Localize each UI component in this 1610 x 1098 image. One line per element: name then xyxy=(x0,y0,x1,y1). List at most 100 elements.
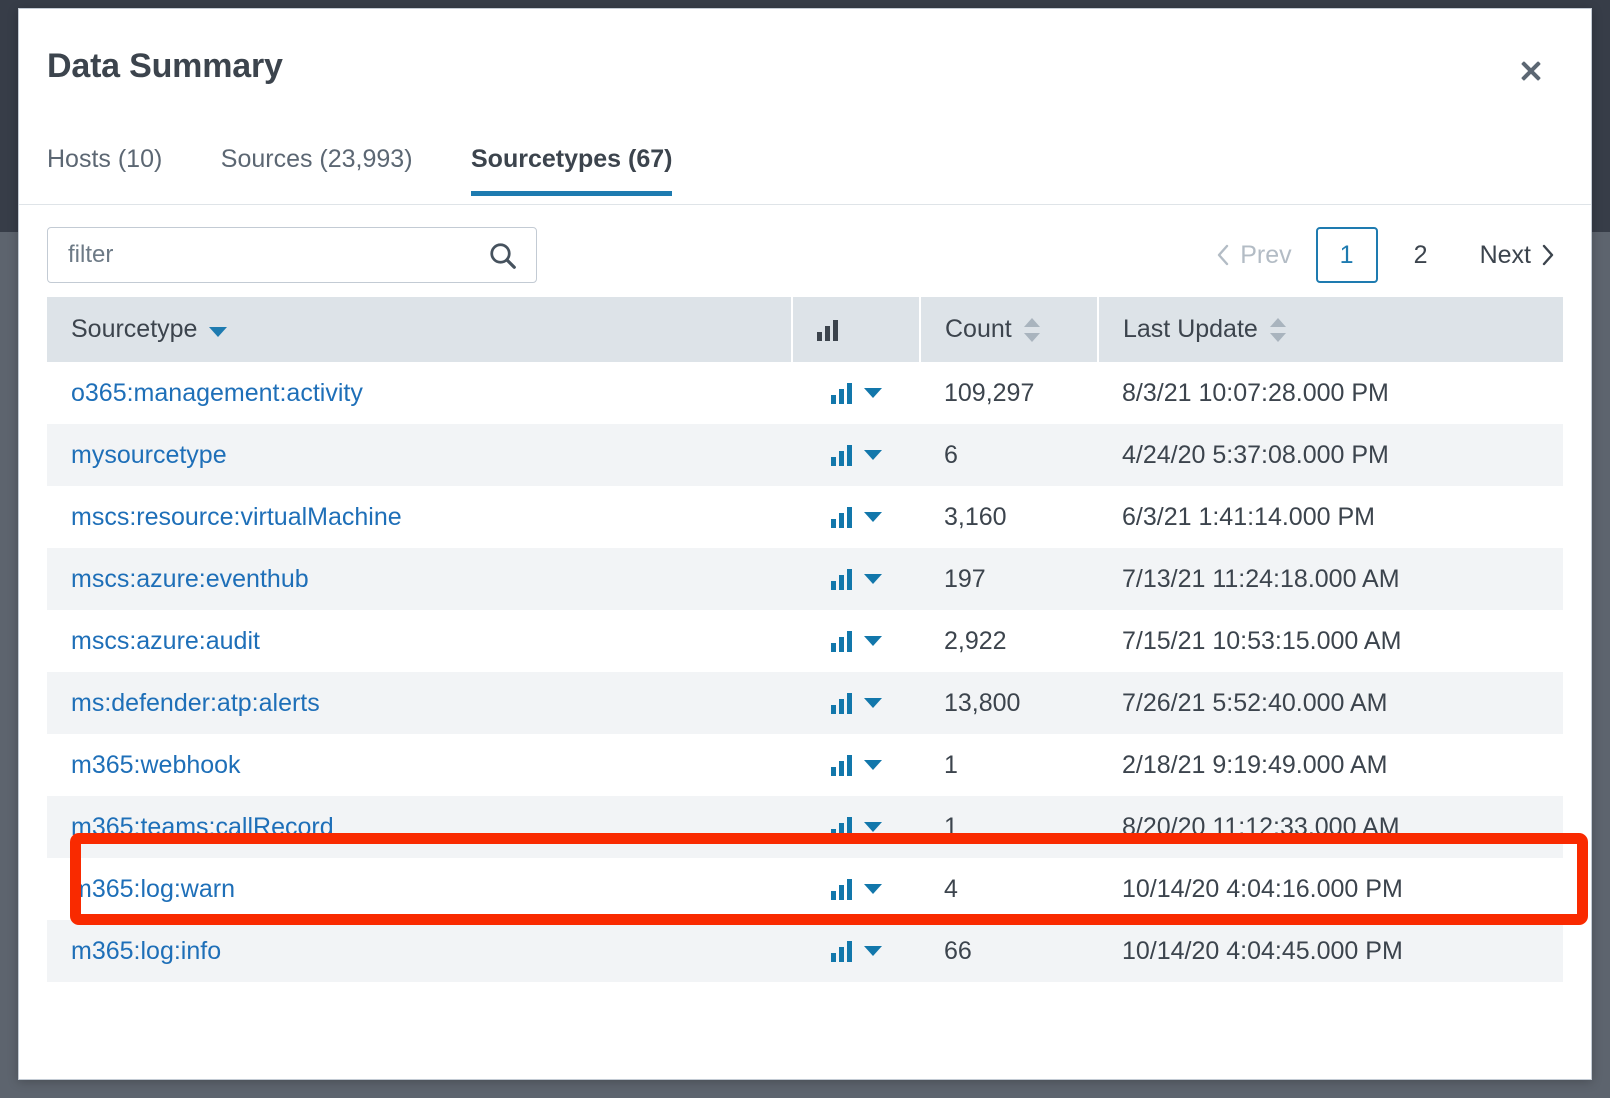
cell-sourcetype: o365:management:activity xyxy=(47,362,792,424)
bar-chart-icon xyxy=(817,319,839,341)
sourcetype-link[interactable]: m365:teams:callRecord xyxy=(71,813,334,841)
sourcetype-link[interactable]: m365:log:warn xyxy=(71,875,235,903)
cell-count: 2,922 xyxy=(920,610,1098,672)
table-row: o365:management:activity 109,297 8/3/21 10… xyxy=(47,362,1563,424)
bar-chart-icon xyxy=(830,878,853,900)
page-title: Data Summary xyxy=(47,47,283,85)
cell-count: 66 xyxy=(920,920,1098,982)
row-chart-menu[interactable] xyxy=(792,692,920,714)
cell-chart xyxy=(792,486,920,548)
cell-count: 13,800 xyxy=(920,672,1098,734)
sourcetype-link[interactable]: m365:log:info xyxy=(71,937,221,965)
bar-chart-icon xyxy=(830,506,853,528)
cell-last-update: 7/26/21 5:52:40.000 AM xyxy=(1098,672,1563,734)
chevron-down-icon xyxy=(863,884,882,894)
sourcetype-link[interactable]: ms:defender:atp:alerts xyxy=(71,689,320,717)
table-row: mscs:azure:eventhub 197 7/13/21 11:24:18.0… xyxy=(47,548,1563,610)
table-header-row: Sourcetype Count Last Update xyxy=(47,297,1563,362)
sourcetypes-table: Sourcetype Count Last Update o365:manage… xyxy=(47,297,1563,982)
table-row: m365:teams:callRecord 1 8/20/20 11:12:33.0… xyxy=(47,796,1563,858)
cell-sourcetype: m365:log:warn xyxy=(47,858,792,920)
cell-sourcetype: mysourcetype xyxy=(47,424,792,486)
pagination-next[interactable]: Next xyxy=(1458,241,1563,270)
cell-count: 1 xyxy=(920,734,1098,796)
cell-sourcetype: m365:webhook xyxy=(47,734,792,796)
sourcetype-link[interactable]: mscs:resource:virtualMachine xyxy=(71,503,402,531)
table-body: o365:management:activity 109,297 8/3/21 10… xyxy=(47,362,1563,982)
cell-last-update: 8/20/20 11:12:33.000 AM xyxy=(1098,796,1563,858)
cell-chart xyxy=(792,672,920,734)
cell-sourcetype: mscs:azure:eventhub xyxy=(47,548,792,610)
tab-sourcetypes[interactable]: Sourcetypes (67) xyxy=(471,129,673,196)
bar-chart-icon xyxy=(830,940,853,962)
cell-chart xyxy=(792,796,920,858)
cell-last-update: 10/14/20 4:04:16.000 PM xyxy=(1098,858,1563,920)
pagination-page-1[interactable]: 1 xyxy=(1315,227,1378,283)
column-header-sourcetype-label: Sourcetype xyxy=(71,315,198,343)
chevron-down-icon xyxy=(863,450,882,460)
table-head: Sourcetype Count Last Update xyxy=(47,297,1563,362)
bar-chart-icon xyxy=(830,816,853,838)
tab-hosts[interactable]: Hosts (10) xyxy=(47,129,162,196)
modal-header: Data Summary xyxy=(19,9,1591,129)
cell-last-update: 4/24/20 5:37:08.000 PM xyxy=(1098,424,1563,486)
row-chart-menu[interactable] xyxy=(792,754,920,776)
pagination-next-label: Next xyxy=(1479,240,1531,269)
cell-chart xyxy=(792,734,920,796)
sourcetype-link[interactable]: mysourcetype xyxy=(71,441,227,469)
column-header-count-label: Count xyxy=(945,315,1012,343)
cell-count: 197 xyxy=(920,548,1098,610)
sourcetype-link[interactable]: mscs:azure:audit xyxy=(71,627,260,655)
bar-chart-icon xyxy=(830,754,853,776)
column-header-chart[interactable] xyxy=(792,297,921,362)
column-header-sourcetype[interactable]: Sourcetype xyxy=(47,297,793,362)
sourcetype-link[interactable]: mscs:azure:eventhub xyxy=(71,565,309,593)
pagination-prev-label: Prev xyxy=(1240,240,1292,269)
column-header-last-update-label: Last Update xyxy=(1123,315,1258,343)
table-row: mscs:resource:virtualMachine 3,160 6/3/21 … xyxy=(47,486,1563,548)
cell-chart xyxy=(792,424,920,486)
cell-chart xyxy=(792,858,920,920)
bar-chart-icon xyxy=(830,692,853,714)
column-header-last-update[interactable]: Last Update xyxy=(1098,297,1563,362)
row-chart-menu[interactable] xyxy=(792,506,920,528)
tab-sources[interactable]: Sources (23,993) xyxy=(221,129,413,196)
cell-sourcetype: mscs:resource:virtualMachine xyxy=(47,486,792,548)
search-icon[interactable] xyxy=(488,241,518,271)
pagination-page-2[interactable]: 2 xyxy=(1390,227,1452,283)
chevron-down-icon xyxy=(863,388,882,398)
chevron-down-icon xyxy=(863,760,882,770)
sort-descending-icon xyxy=(209,326,228,337)
cell-chart xyxy=(792,362,920,424)
chevron-right-icon xyxy=(1542,244,1554,266)
cell-count: 6 xyxy=(920,424,1098,486)
chevron-down-icon xyxy=(863,946,882,956)
bar-chart-icon xyxy=(830,568,853,590)
filter-box xyxy=(47,227,537,283)
row-chart-menu[interactable] xyxy=(792,878,920,900)
close-icon xyxy=(1518,58,1544,84)
cell-count: 4 xyxy=(920,858,1098,920)
row-chart-menu[interactable] xyxy=(792,444,920,466)
row-chart-menu[interactable] xyxy=(792,382,920,404)
close-button[interactable] xyxy=(1511,51,1551,91)
pagination: Prev 1 2 Next xyxy=(1198,227,1563,283)
row-chart-menu[interactable] xyxy=(792,816,920,838)
row-chart-menu[interactable] xyxy=(792,630,920,652)
sort-toggle-icon xyxy=(1023,317,1040,343)
sourcetype-link[interactable]: m365:webhook xyxy=(71,751,241,779)
column-header-count[interactable]: Count xyxy=(920,297,1099,362)
row-chart-menu[interactable] xyxy=(792,940,920,962)
cell-last-update: 7/13/21 11:24:18.000 AM xyxy=(1098,548,1563,610)
pagination-prev[interactable]: Prev xyxy=(1198,241,1309,270)
cell-count: 1 xyxy=(920,796,1098,858)
table-row: m365:log:info 66 10/14/20 4:04:45.000 PM xyxy=(47,920,1563,982)
cell-sourcetype: m365:log:info xyxy=(47,920,792,982)
search-input[interactable] xyxy=(48,228,478,282)
table-row: m365:webhook 1 2/18/21 9:19:49.000 AM xyxy=(47,734,1563,796)
row-chart-menu[interactable] xyxy=(792,568,920,590)
bar-chart-icon xyxy=(830,444,853,466)
sourcetype-link[interactable]: o365:management:activity xyxy=(71,379,363,407)
cell-last-update: 8/3/21 10:07:28.000 PM xyxy=(1098,362,1563,424)
chevron-down-icon xyxy=(863,636,882,646)
